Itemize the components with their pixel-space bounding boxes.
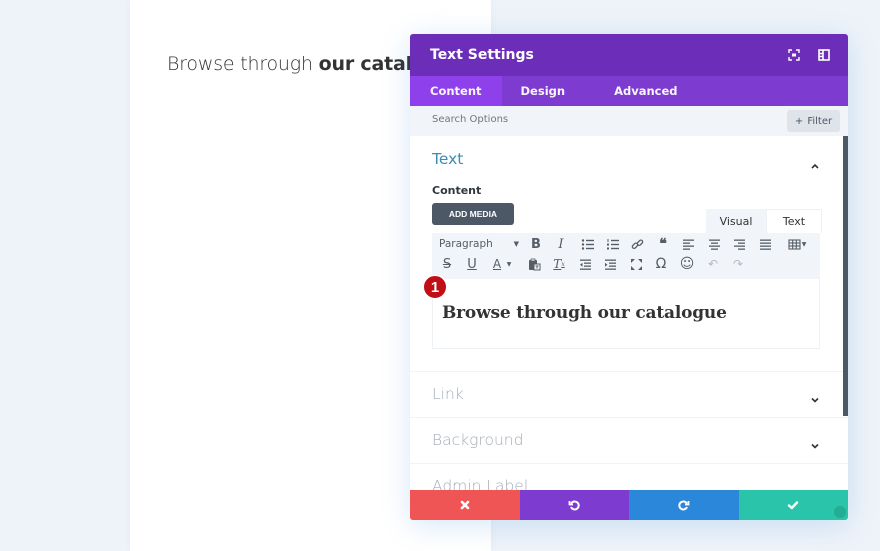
section-admin-label-title: Admin Label (432, 477, 529, 490)
format-select-value: Paragraph (439, 238, 493, 250)
underline-icon[interactable]: U (463, 255, 481, 273)
section-text: Text Content ADD MEDIA Visual Text Parag… (410, 136, 848, 372)
settings-scroll-area: Text Content ADD MEDIA Visual Text Parag… (410, 136, 848, 490)
text-color-caret-icon[interactable]: ▼ (504, 255, 514, 273)
page-text-normal: Browse through (167, 53, 319, 75)
chevron-down-icon[interactable] (810, 482, 820, 490)
content-editor[interactable]: Browse through our catalogue (432, 279, 820, 349)
cancel-button[interactable] (410, 490, 520, 520)
undo-button[interactable] (519, 490, 629, 520)
tab-text[interactable]: Text (766, 209, 822, 233)
section-admin-label[interactable]: Admin Label (410, 464, 848, 490)
search-bar: + Filter (410, 106, 848, 136)
modal-header[interactable]: Text Settings (410, 34, 848, 76)
scrollbar[interactable] (843, 136, 848, 416)
format-select[interactable]: Paragraph ▼ (439, 235, 519, 253)
redo-icon (678, 500, 690, 511)
redo-button[interactable] (629, 490, 739, 520)
bold-icon[interactable]: B (527, 235, 545, 253)
redo-icon[interactable]: ↷ (729, 255, 747, 273)
italic-icon[interactable]: I (552, 235, 570, 253)
justify-icon[interactable] (756, 235, 774, 253)
search-options-input[interactable] (432, 114, 732, 125)
add-media-button[interactable]: ADD MEDIA (432, 203, 514, 225)
modal-footer (410, 490, 848, 520)
tab-advanced[interactable]: Advanced (594, 76, 697, 106)
focus-icon[interactable] (786, 47, 802, 63)
special-character-icon[interactable]: Ω (652, 255, 670, 273)
editor-content[interactable]: Browse through our catalogue (442, 303, 727, 323)
section-text-title[interactable]: Text (432, 150, 463, 168)
table-icon[interactable]: ▼ (784, 235, 810, 253)
section-background-title: Background (432, 431, 524, 449)
tab-design[interactable]: Design (502, 76, 595, 106)
link-icon[interactable] (628, 235, 646, 253)
filter-button[interactable]: + Filter (787, 110, 840, 132)
filter-label: Filter (807, 115, 833, 127)
chevron-down-icon[interactable] (810, 390, 820, 403)
chevron-down-icon[interactable] (810, 436, 820, 449)
outdent-icon[interactable] (576, 255, 594, 273)
align-right-icon[interactable] (730, 235, 748, 253)
close-icon (460, 500, 470, 510)
resize-handle[interactable] (834, 506, 846, 518)
check-icon (788, 501, 799, 510)
editor-toolbar: Paragraph ▼ B I ❝ ▼ S U A ▼ T x Ω ☺ ↶ ↷ (432, 233, 820, 279)
editor-mode-tabs: Visual Text (706, 209, 822, 233)
indent-icon[interactable] (601, 255, 619, 273)
clear-formatting-icon[interactable]: Tx (550, 255, 568, 273)
undo-icon (568, 500, 580, 511)
emoji-icon[interactable]: ☺ (678, 255, 696, 273)
blockquote-icon[interactable]: ❝ (654, 235, 672, 253)
content-label: Content (432, 184, 482, 197)
split-view-icon[interactable] (816, 47, 832, 63)
save-button[interactable] (738, 490, 848, 520)
align-left-icon[interactable] (679, 235, 697, 253)
strikethrough-icon[interactable]: S (438, 255, 456, 273)
modal-title: Text Settings (430, 47, 534, 63)
section-link-title: Link (432, 385, 464, 403)
section-background[interactable]: Background (410, 418, 848, 464)
text-settings-modal: Text Settings Content Design Advanced + … (410, 34, 848, 520)
tab-visual[interactable]: Visual (706, 209, 766, 233)
numbered-list-icon[interactable] (603, 235, 621, 253)
bulleted-list-icon[interactable] (578, 235, 596, 253)
chevron-up-icon[interactable] (810, 156, 820, 169)
fullscreen-icon[interactable] (627, 255, 645, 273)
align-center-icon[interactable] (705, 235, 723, 253)
annotation-badge: 1 (423, 275, 447, 299)
tab-content[interactable]: Content (410, 76, 502, 106)
settings-tabs: Content Design Advanced (410, 76, 848, 106)
caret-down-icon: ▼ (513, 240, 519, 248)
paste-as-text-icon[interactable] (525, 255, 543, 273)
section-link[interactable]: Link (410, 372, 848, 418)
plus-icon: + (794, 115, 804, 127)
undo-icon[interactable]: ↶ (704, 255, 722, 273)
